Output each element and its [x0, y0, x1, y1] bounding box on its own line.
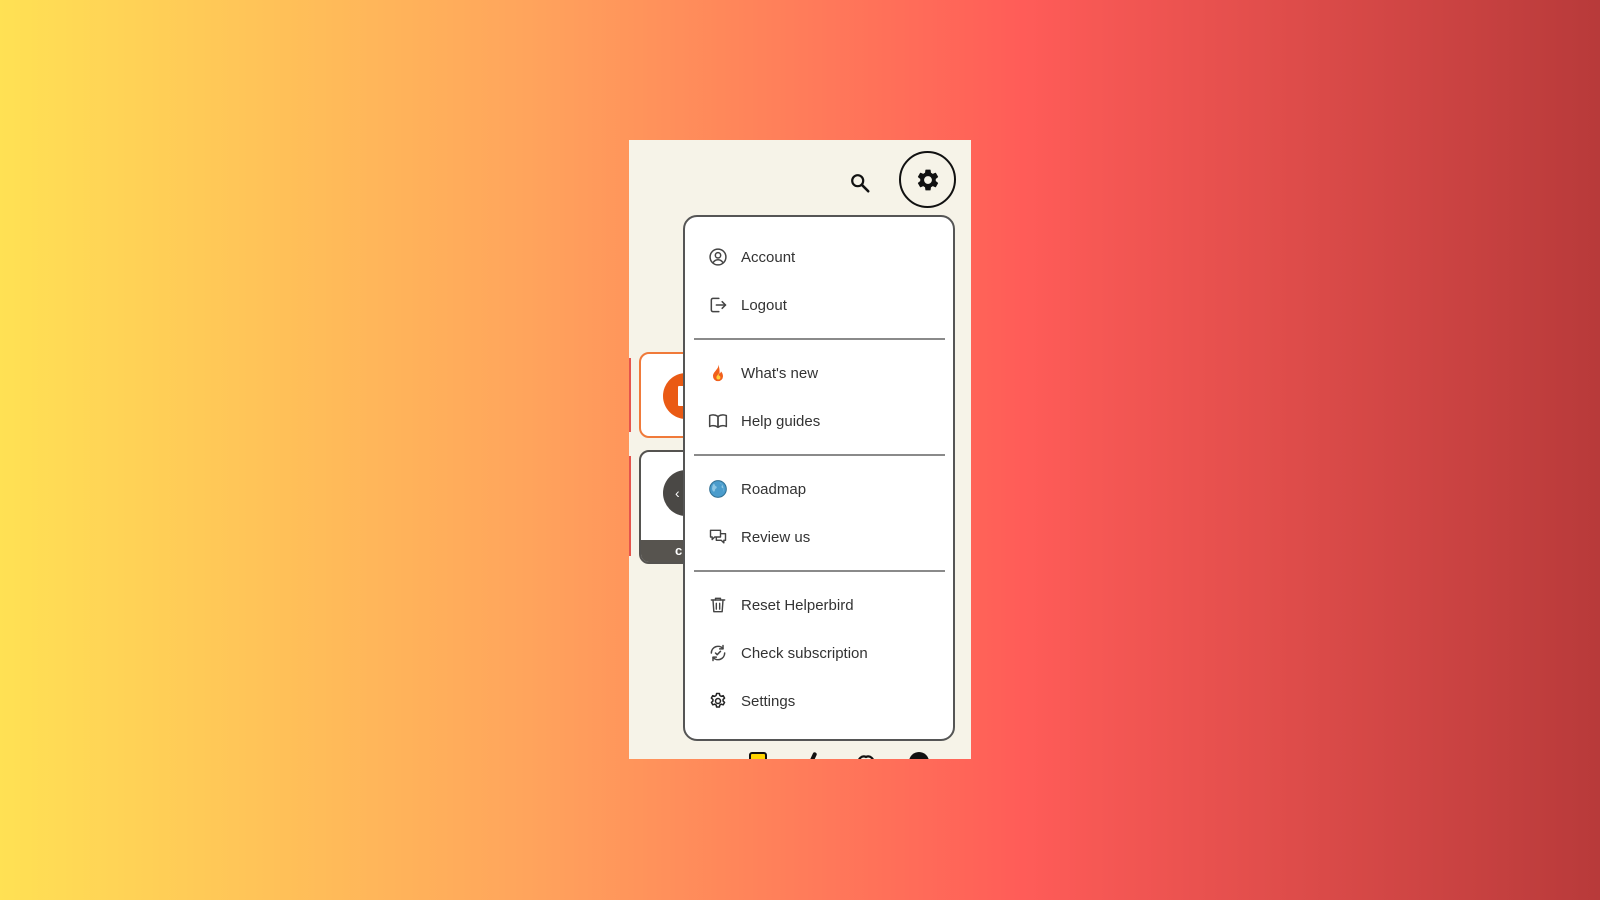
menu-item-label: Check subscription	[741, 644, 868, 662]
book-icon	[707, 410, 729, 432]
menu-item-label: Reset Helperbird	[741, 596, 854, 614]
menu-item-logout[interactable]: Logout	[685, 281, 953, 329]
search-button[interactable]	[843, 166, 877, 200]
logout-icon	[707, 294, 729, 316]
globe-icon	[707, 478, 729, 500]
menu-item-label: Help guides	[741, 412, 821, 430]
menu-item-roadmap[interactable]: Roadmap	[685, 465, 953, 513]
menu-item-label: Account	[741, 248, 796, 266]
account-circle-icon	[707, 246, 729, 268]
menu-item-label: Logout	[741, 296, 787, 314]
settings-dropdown-menu: Account Logout What's new Help guides Ro…	[683, 215, 955, 741]
menu-item-reset-helperbird[interactable]: Reset Helperbird	[685, 581, 953, 629]
menu-divider	[694, 338, 945, 340]
extension-panel: ‹ c Account Logout What's new Help guide…	[629, 140, 971, 759]
menu-item-label: Review us	[741, 528, 811, 546]
menu-item-help-guides[interactable]: Help guides	[685, 397, 953, 445]
menu-item-label: Settings	[741, 692, 796, 710]
menu-item-label: What's new	[741, 364, 819, 382]
dock-heart-icon[interactable]	[855, 752, 875, 759]
menu-item-check-subscription[interactable]: Check subscription	[685, 629, 953, 677]
settings-cog-icon	[707, 690, 729, 712]
chat-bubbles-icon	[707, 526, 729, 548]
menu-item-review-us[interactable]: Review us	[685, 513, 953, 561]
menu-item-whats-new[interactable]: What's new	[685, 349, 953, 397]
fire-icon	[707, 362, 729, 384]
menu-divider	[694, 570, 945, 572]
search-icon	[851, 174, 870, 193]
menu-item-label: Roadmap	[741, 480, 807, 498]
menu-item-settings[interactable]: Settings	[685, 677, 953, 725]
gear-icon	[917, 169, 938, 190]
card-edge-marker	[629, 358, 631, 432]
settings-toggle-button[interactable]	[899, 151, 956, 208]
dock-sticky-note-icon[interactable]	[749, 752, 769, 759]
dock-thumb-icon[interactable]	[803, 751, 823, 759]
refresh-check-icon	[707, 642, 729, 664]
menu-divider	[694, 454, 945, 456]
card-edge-marker	[629, 456, 631, 556]
trash-icon	[707, 594, 729, 616]
menu-item-account[interactable]: Account	[685, 233, 953, 281]
dock-profile-icon[interactable]	[909, 752, 929, 759]
